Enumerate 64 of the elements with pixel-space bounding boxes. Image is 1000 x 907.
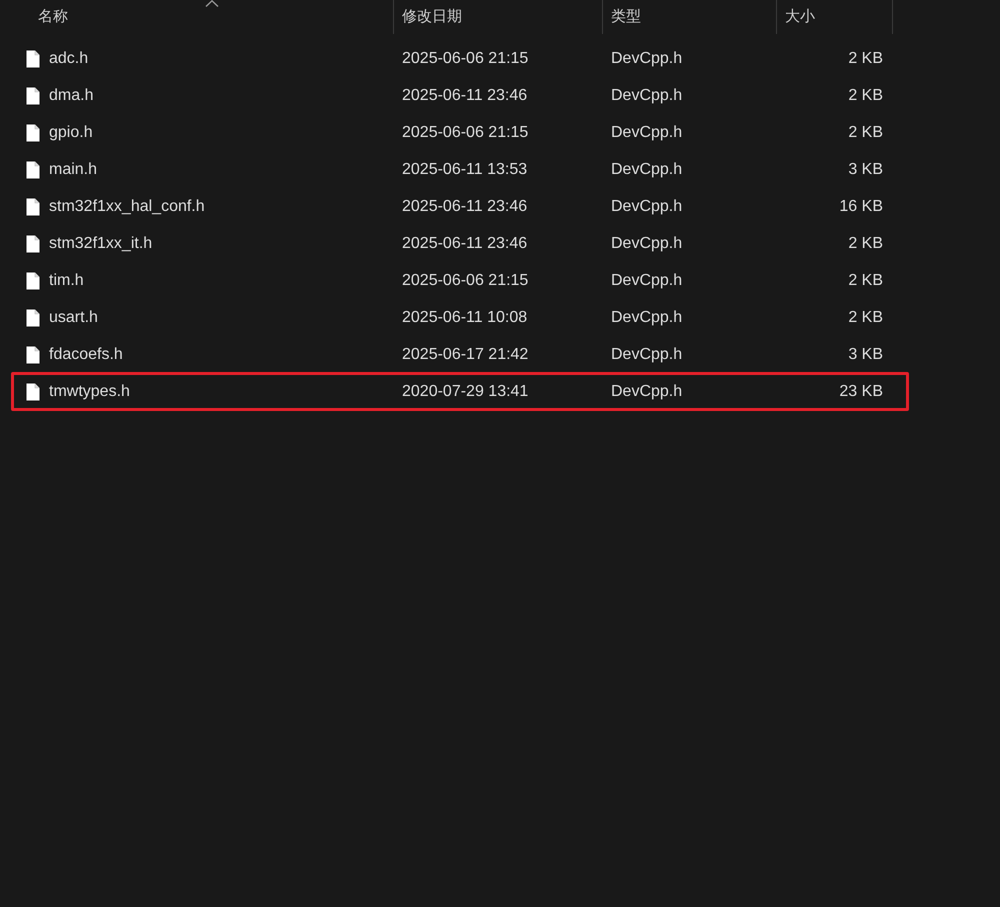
- file-type: DevCpp.h: [611, 124, 682, 140]
- file-size: 16 KB: [839, 196, 883, 216]
- modified-date: 2025-06-11 13:53: [402, 160, 528, 178]
- file-name[interactable]: adc.h: [49, 46, 88, 70]
- file-row[interactable]: adc.h 2025-06-06 21:15 DevCpp.h 2 KB: [0, 40, 893, 77]
- column-header[interactable]: 大小: [777, 0, 893, 34]
- modified-date: 2025-06-06 21:15: [402, 124, 528, 140]
- file-size: 2 KB: [848, 270, 883, 290]
- file-name[interactable]: tim.h: [49, 268, 84, 292]
- file-size: 2 KB: [848, 122, 883, 142]
- file-type: DevCpp.h: [611, 50, 682, 66]
- file-icon: [26, 86, 40, 104]
- file-type: DevCpp.h: [611, 198, 682, 214]
- modified-date: 2020-07-29 13:41: [402, 382, 528, 400]
- file-name[interactable]: stm32f1xx_it.h: [49, 232, 152, 256]
- modified-date: 2025-06-11 23:46: [402, 234, 528, 252]
- file-name[interactable]: dma.h: [49, 84, 94, 108]
- file-size: 23 KB: [839, 382, 883, 402]
- file-icon: [26, 198, 40, 216]
- file-name[interactable]: gpio.h: [49, 120, 93, 144]
- file-row[interactable]: stm32f1xx_it.h 2025-06-11 23:46 DevCpp.h 2 KB: [0, 225, 893, 262]
- file-icon: [26, 382, 40, 400]
- column-header[interactable]: 名称: [0, 0, 394, 34]
- file-name[interactable]: tmwtypes.h: [49, 380, 130, 404]
- modified-date: 2025-06-06 21:15: [402, 50, 528, 66]
- column-header[interactable]: 修改日期: [394, 0, 603, 34]
- file-size: 2 KB: [848, 308, 883, 328]
- file-type: DevCpp.h: [611, 272, 682, 288]
- file-type: DevCpp.h: [611, 86, 682, 104]
- file-type: DevCpp.h: [611, 308, 682, 326]
- file-size: 3 KB: [848, 160, 883, 180]
- file-icon: [26, 308, 40, 326]
- file-name[interactable]: fdacoefs.h: [49, 342, 123, 366]
- file-icon: [26, 346, 40, 364]
- file-row[interactable]: main.h 2025-06-11 13:53 DevCpp.h 3 KB: [0, 151, 893, 188]
- modified-date: 2025-06-17 21:42: [402, 346, 528, 362]
- modified-date: 2025-06-11 10:08: [402, 308, 528, 326]
- modified-date: 2025-06-11 23:46: [402, 86, 528, 104]
- file-name[interactable]: usart.h: [49, 306, 98, 330]
- file-row[interactable]: tim.h 2025-06-06 21:15 DevCpp.h 2 KB: [0, 262, 893, 299]
- file-icon: [26, 234, 40, 252]
- modified-date: 2025-06-11 23:46: [402, 198, 528, 214]
- file-row[interactable]: fdacoefs.h 2025-06-17 21:42 DevCpp.h 3 KB: [0, 336, 893, 373]
- file-size: 3 KB: [848, 344, 883, 364]
- file-size: 2 KB: [848, 48, 883, 68]
- file-row[interactable]: gpio.h 2025-06-06 21:15 DevCpp.h 2 KB: [0, 114, 893, 151]
- file-row[interactable]: usart.h 2025-06-11 10:08 DevCpp.h 2 KB: [0, 299, 893, 336]
- file-size: 2 KB: [848, 86, 883, 106]
- file-icon: [26, 272, 40, 290]
- file-icon: [26, 124, 40, 142]
- file-row[interactable]: stm32f1xx_hal_conf.h 2025-06-11 23:46 DevCpp.h 16 KB: [0, 188, 893, 225]
- file-row[interactable]: dma.h 2025-06-11 23:46 DevCpp.h 2 KB: [0, 77, 893, 114]
- file-name[interactable]: main.h: [49, 158, 98, 182]
- file-type: DevCpp.h: [611, 160, 682, 178]
- file-row[interactable]: tmwtypes.h 2020-07-29 13:41 DevCpp.h 23 KB: [0, 373, 893, 410]
- file-type: DevCpp.h: [611, 234, 682, 252]
- file-type: DevCpp.h: [611, 382, 682, 400]
- file-name[interactable]: stm32f1xx_hal_conf.h: [49, 194, 205, 218]
- modified-date: 2025-06-06 21:15: [402, 272, 528, 288]
- file-icon: [26, 160, 40, 178]
- file-size: 2 KB: [848, 234, 883, 254]
- file-type: DevCpp.h: [611, 346, 682, 362]
- file-icon: [26, 50, 40, 68]
- column-header[interactable]: 类型: [603, 0, 777, 34]
